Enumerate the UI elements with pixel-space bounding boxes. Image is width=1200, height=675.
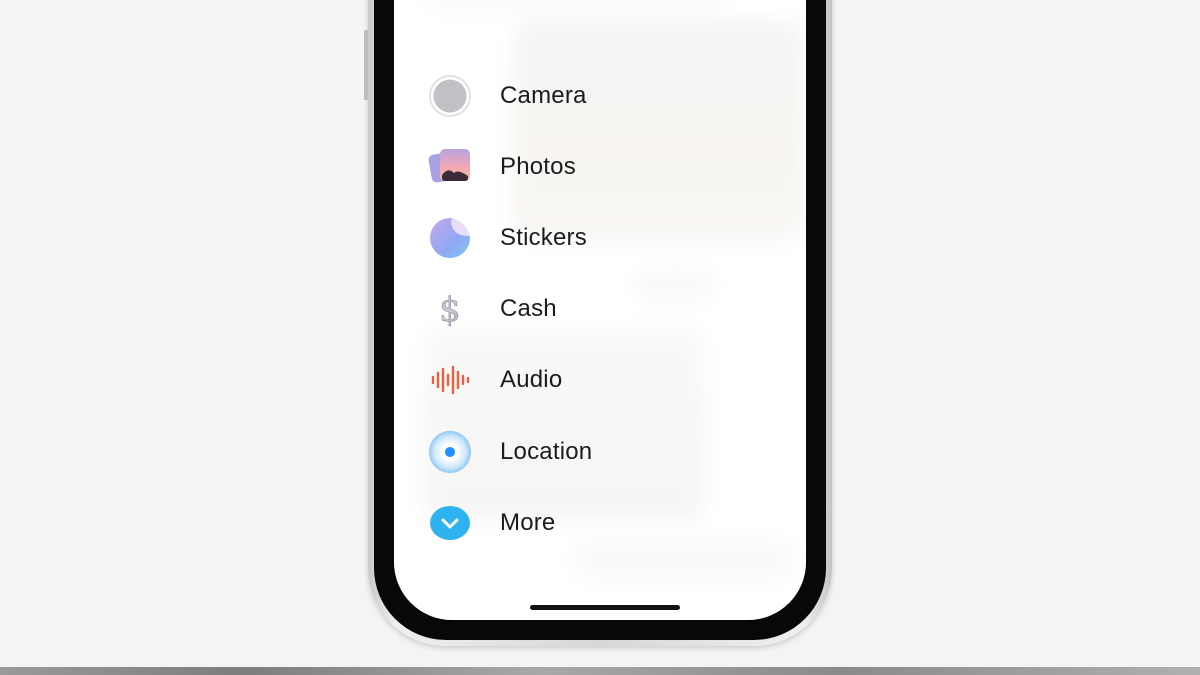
menu-item-audio[interactable]: Audio <box>428 345 592 416</box>
menu-item-cash[interactable]: $ Cash <box>428 274 592 345</box>
menu-item-location[interactable]: Location <box>428 416 592 487</box>
cash-icon: $ <box>428 287 472 331</box>
svg-text:$: $ <box>439 290 461 330</box>
photos-icon <box>428 145 472 189</box>
iphone-device: Camera Photos Stickers $ Cash Audio Loca… <box>364 0 832 646</box>
location-icon <box>428 430 472 474</box>
stickers-icon <box>428 216 472 260</box>
phone-bezel: Camera Photos Stickers $ Cash Audio Loca… <box>374 0 826 640</box>
imessage-apps-menu: Camera Photos Stickers $ Cash Audio Loca… <box>428 60 592 558</box>
menu-item-label: Cash <box>500 295 557 323</box>
menu-item-label: Location <box>500 437 593 465</box>
menu-item-camera[interactable]: Camera <box>428 60 592 131</box>
home-indicator[interactable] <box>530 605 680 610</box>
audio-icon <box>428 358 472 402</box>
menu-item-label: More <box>500 508 556 536</box>
menu-item-photos[interactable]: Photos <box>428 131 592 202</box>
background-strip <box>0 667 1200 675</box>
menu-item-label: Stickers <box>500 223 587 251</box>
menu-item-label: Photos <box>500 152 576 180</box>
menu-item-label: Audio <box>500 366 563 394</box>
chevron-down-icon <box>428 501 472 545</box>
camera-icon <box>428 74 472 118</box>
phone-screen: Camera Photos Stickers $ Cash Audio Loca… <box>394 0 806 620</box>
menu-item-more[interactable]: More <box>428 487 592 558</box>
menu-item-stickers[interactable]: Stickers <box>428 202 592 273</box>
side-button <box>364 30 368 100</box>
menu-item-label: Camera <box>500 81 587 109</box>
